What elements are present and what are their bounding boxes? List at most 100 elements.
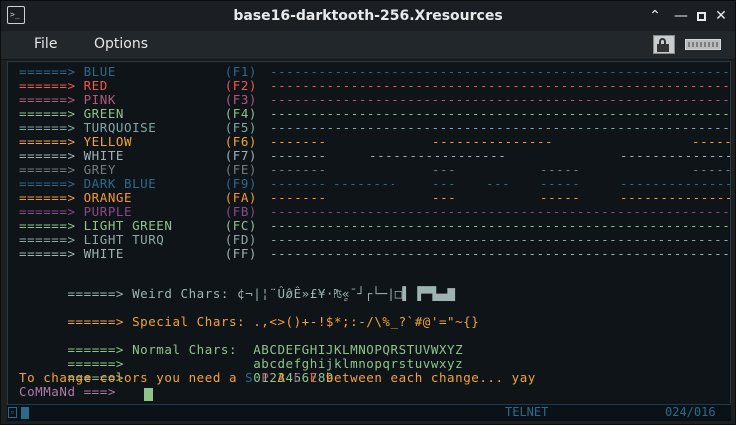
row-function-key: (FF): [224, 246, 257, 261]
color-row: ======> WHITE (FF) ----------------------…: [19, 246, 730, 261]
color-row: ======> LIGHT TURQ (FD) -----------------…: [19, 232, 730, 247]
row-dash-segment: ------: [486, 177, 512, 191]
row-arrow: ======>: [19, 204, 76, 219]
row-arrow: ======>: [19, 176, 76, 191]
row-function-key: (F2): [224, 78, 257, 93]
normal-chars-lower-line: ======> abcdefghijklmnopqrstuvwxyz: [19, 343, 463, 371]
status-cursor-block: [21, 407, 29, 419]
row-dash-segment: ------: [432, 177, 458, 191]
title-bar[interactable]: >_ base16-darktooth-256.Xresources ⌃ — ✕: [1, 1, 735, 31]
text-cursor: [144, 388, 153, 401]
row-dash-segment: -------------------: [432, 135, 554, 149]
color-row: ======> DARK BLUE (F9) ------ ------- --- --…: [19, 176, 730, 191]
menu-file[interactable]: File: [34, 36, 57, 52]
row-color-name: DARK BLUE: [83, 176, 157, 191]
command-prompt: CoMMaNd ===>: [19, 384, 116, 399]
color-row: ======> TURQUOISE (F5) ------------------…: [19, 120, 730, 135]
status-bar: ▫ TELNET 024/016: [7, 404, 731, 421]
row-function-key: (F1): [224, 64, 257, 79]
row-dash-segment: --------: [540, 163, 578, 177]
special-chars-text: Special Chars: .,<>()+-!$*;:-/\%_?`#@'="…: [132, 314, 480, 329]
color-row: ======> PURPLE (FB) ---------------------…: [19, 204, 730, 219]
row-color-name: PURPLE: [83, 204, 133, 219]
status-terminal-icon: ▫: [8, 407, 17, 418]
row-color-name: GREY: [83, 162, 116, 177]
status-position: 024/016: [665, 405, 716, 419]
row-function-key: (FD): [224, 232, 257, 247]
row-dash-segment: ----------------------------------------…: [270, 247, 730, 261]
space-e: E: [309, 370, 318, 385]
row-dash-segment: ----------------------------------------…: [270, 121, 730, 135]
row-color-name: WHITE: [83, 148, 124, 163]
row-dash-segment: ----------------------------------------…: [270, 79, 730, 93]
normal-chars-digits-line: ======> 0123456789: [19, 357, 334, 385]
minimize-icon[interactable]: —: [672, 7, 690, 25]
row-color-name: LIGHT TURQ: [83, 232, 165, 247]
terminal-screen[interactable]: ======> BLUE (F1) -----------------------…: [7, 61, 731, 407]
weird-chars-line: ======> Weird Chars: ¢¬|¦¨Ûø̂Ê»£¥·₧«ٍˉ┘┌…: [19, 273, 455, 301]
row-dash-segment: ----------------------------------------…: [270, 205, 730, 219]
space-p: P: [261, 370, 270, 385]
weird-arrow: ======>: [67, 286, 124, 301]
window-title: base16-darktooth-256.Xresources: [233, 8, 503, 24]
row-function-key: (FB): [224, 204, 257, 219]
normal-chars-upper-line: ======> Normal Chars: ABCDEFGHIJKLMNOPQR…: [19, 329, 463, 357]
keyboard-icon[interactable]: [681, 36, 725, 53]
row-function-key: (FE): [224, 162, 257, 177]
row-dash-segment: ----------------------------------------…: [270, 107, 730, 121]
row-color-name: YELLOW: [83, 134, 133, 149]
color-row: ======> YELLOW (F6) ------ ---------------…: [19, 134, 730, 149]
row-dash-segment: ----------------------------------------…: [270, 219, 730, 233]
row-dash-segment: --------------------: [369, 149, 504, 163]
space-a: A: [277, 370, 286, 385]
row-function-key: (F7): [224, 148, 257, 163]
color-row: ======> GREEN (F4) ----------------------…: [19, 106, 730, 121]
row-color-name: WHITE: [83, 246, 124, 261]
row-function-key: (F3): [224, 92, 257, 107]
row-color-name: LIGHT GREEN: [83, 218, 173, 233]
color-row: ======> BLUE (F1) -----------------------…: [19, 64, 730, 79]
color-row: ======> ORANGE (FA) ------ --- ---- --------…: [19, 190, 730, 205]
row-function-key: (F4): [224, 106, 257, 121]
menu-bar: File Options: [1, 31, 735, 60]
row-function-key: (F5): [224, 120, 257, 135]
instruction-after: between each change... yay: [317, 370, 536, 385]
row-dash-segment: ----------: [270, 135, 324, 149]
row-dash-segment: ----------------------------------------…: [270, 65, 730, 79]
row-dash-segment: ----------------------------------------…: [270, 233, 730, 247]
row-dash-segment: -----------: [333, 177, 394, 191]
row-arrow: ======>: [19, 120, 76, 135]
color-row: ======> WHITE (F7) ------ ----------------…: [19, 148, 730, 163]
chevron-up-icon[interactable]: ⌃: [646, 7, 664, 25]
row-dash-segment: -----------------: [620, 177, 730, 191]
row-color-name: PINK: [83, 92, 116, 107]
row-color-name: TURQUOISE: [83, 120, 157, 135]
row-function-key: (F9): [224, 176, 257, 191]
row-arrow: ======>: [19, 92, 76, 107]
menu-options[interactable]: Options: [94, 36, 148, 52]
row-color-name: GREEN: [83, 106, 124, 121]
row-dash-segment: --------: [540, 191, 578, 205]
row-dash-segment: --------: [692, 163, 730, 177]
weird-chars-text: Weird Chars: ¢¬|¦¨Ûø̂Ê»£¥·₧«ٍˉ┘┌└─|□▌ ▛▀…: [132, 286, 455, 301]
row-arrow: ======>: [19, 78, 76, 93]
color-row: ======> RED (F2) ------------------------…: [19, 78, 730, 93]
row-function-key: (FC): [224, 218, 257, 233]
maximize-icon[interactable]: [692, 7, 710, 25]
row-arrow: ======>: [19, 106, 76, 121]
row-dash-segment: ----------: [270, 191, 324, 205]
row-arrow: ======>: [19, 162, 76, 177]
lock-icon[interactable]: [653, 35, 675, 54]
row-arrow: ======>: [19, 190, 76, 205]
row-dash-segment: --------: [692, 135, 730, 149]
row-dash-segment: ----------: [270, 149, 324, 163]
space-s: S: [245, 370, 254, 385]
close-icon[interactable]: ✕: [712, 7, 730, 25]
row-dash-segment: --------: [540, 177, 578, 191]
row-arrow: ======>: [19, 218, 76, 233]
row-dash-segment: -----------------: [620, 149, 730, 163]
space-c: C: [293, 370, 302, 385]
row-dash-segment: -----------------: [620, 191, 730, 205]
row-dash-segment: ------: [432, 163, 458, 177]
row-dash-segment: ----------------------------------------…: [270, 93, 730, 107]
